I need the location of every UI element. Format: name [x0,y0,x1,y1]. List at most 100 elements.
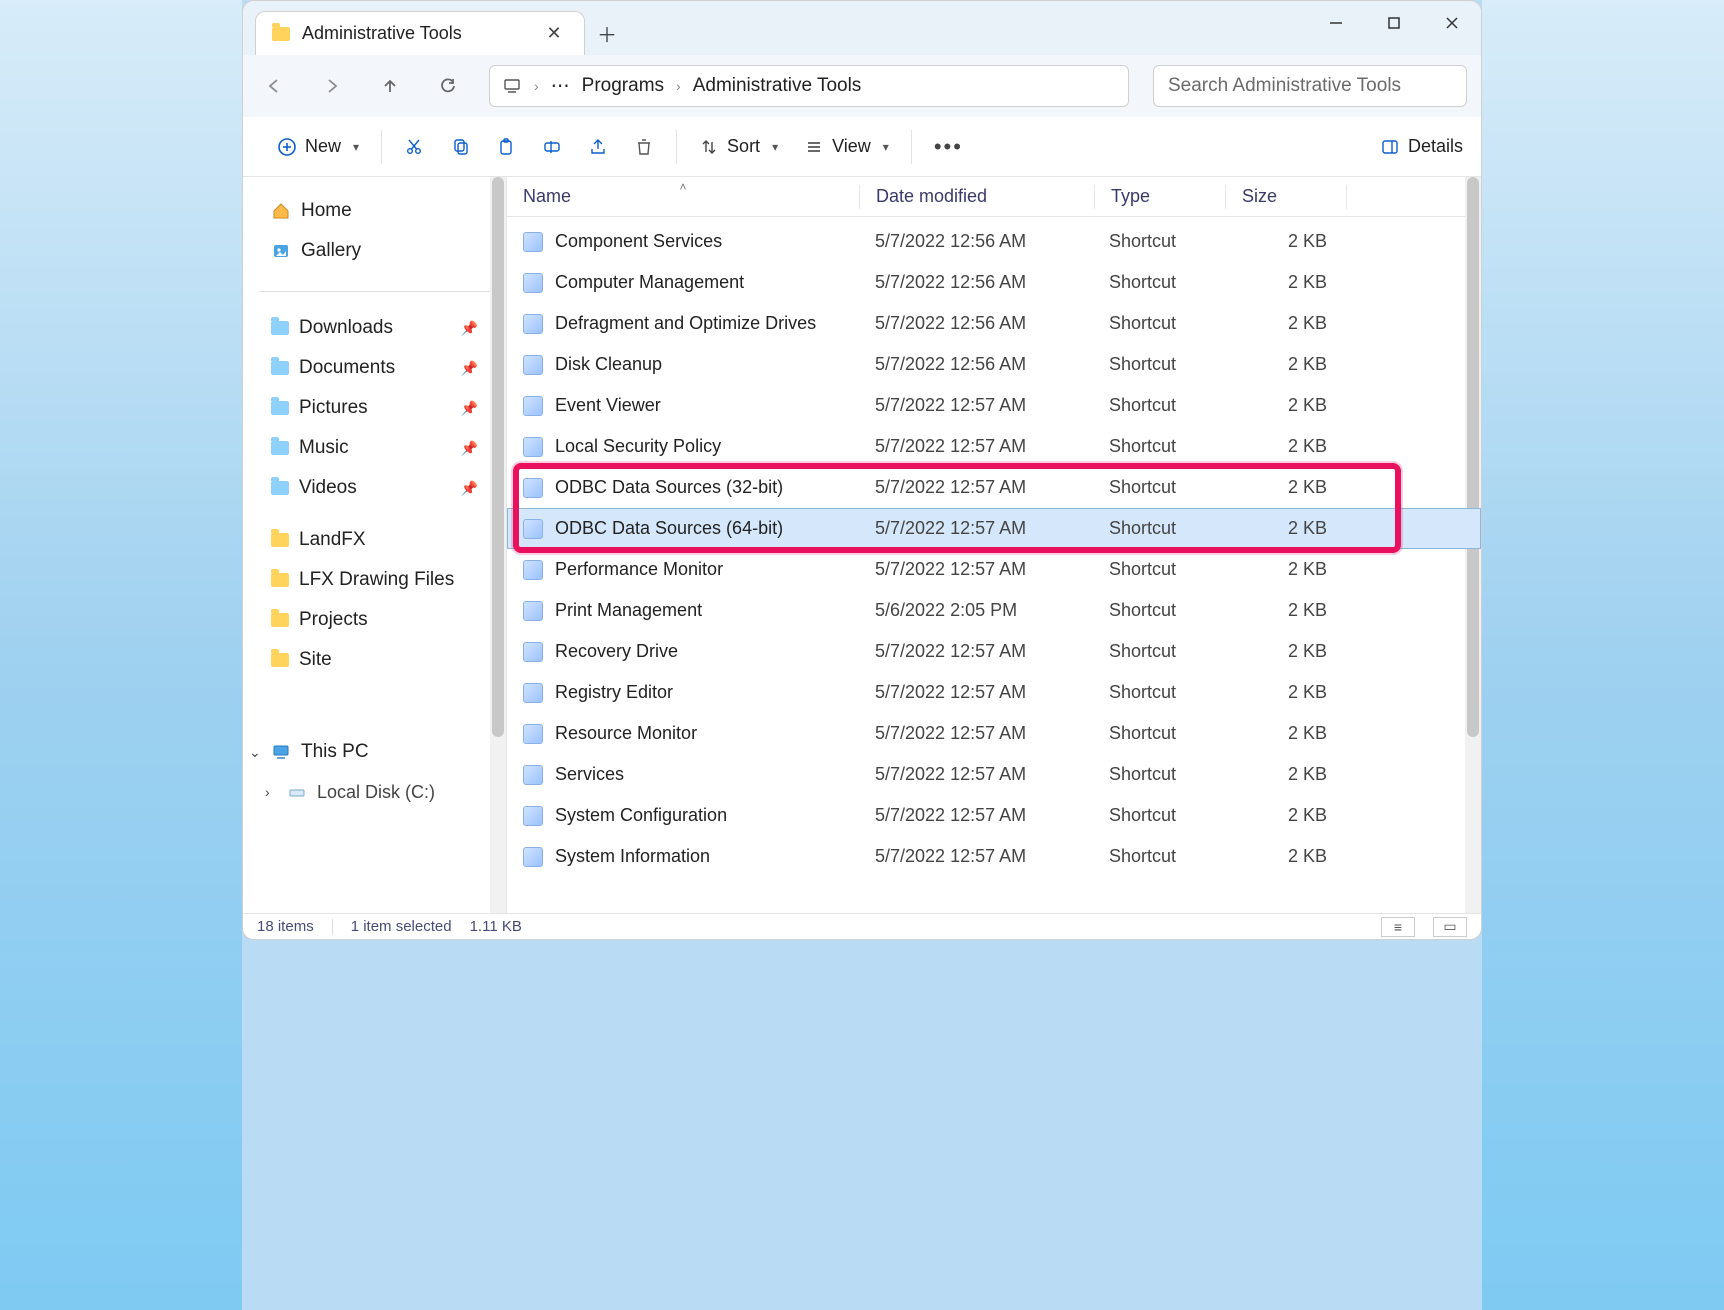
breadcrumb-programs[interactable]: Programs [582,75,664,97]
file-row[interactable]: Event Viewer5/7/2022 12:57 AMShortcut2 K… [507,385,1481,426]
breadcrumb-admin-tools[interactable]: Administrative Tools [693,75,862,97]
more-button[interactable]: ••• [934,129,963,165]
file-list: ˄ Name Date modified Type Size Component… [507,177,1481,915]
column-name[interactable]: ˄ Name [507,186,859,207]
view-icons-button[interactable]: ▭ [1433,917,1467,937]
tab-active[interactable]: Administrative Tools ✕ [255,11,585,55]
file-row[interactable]: Component Services5/7/2022 12:56 AMShort… [507,221,1481,262]
address-bar[interactable]: › ⋯ Programs › Administrative Tools [489,65,1129,107]
forward-button[interactable] [315,69,349,103]
copy-button[interactable] [450,129,470,165]
sidebar-item-label: Gallery [301,240,361,262]
file-row[interactable]: Local Security Policy5/7/2022 12:57 AMSh… [507,426,1481,467]
sort-button[interactable]: Sort ▾ [699,129,778,165]
tab-title: Administrative Tools [302,23,530,44]
file-row[interactable]: Registry Editor5/7/2022 12:57 AMShortcut… [507,672,1481,713]
home-icon [271,201,291,221]
sidebar-item-downloads[interactable]: Downloads📌 [243,308,506,348]
new-tab-button[interactable]: ＋ [585,11,629,55]
file-type: Shortcut [1093,559,1223,580]
new-button[interactable]: New ▾ [277,129,359,165]
file-date: 5/6/2022 2:05 PM [859,600,1093,621]
chevron-right-icon[interactable]: › [265,784,270,800]
file-name: Component Services [555,231,722,252]
file-size: 2 KB [1223,313,1343,334]
pin-icon: 📌 [461,480,478,497]
file-type: Shortcut [1093,313,1223,334]
file-row[interactable]: ODBC Data Sources (64-bit)5/7/2022 12:57… [507,508,1481,549]
columns-header: ˄ Name Date modified Type Size [507,177,1481,217]
file-row[interactable]: Disk Cleanup5/7/2022 12:56 AMShortcut2 K… [507,344,1481,385]
share-button[interactable] [588,129,608,165]
file-type: Shortcut [1093,764,1223,785]
delete-button[interactable] [634,129,654,165]
view-details-button[interactable]: ≡ [1381,917,1415,937]
close-tab-button[interactable]: ✕ [542,22,566,46]
status-bar: 18 items 1 item selected 1.11 KB ≡ ▭ [243,913,1481,939]
sidebar-item-music[interactable]: Music📌 [243,428,506,468]
refresh-button[interactable] [431,69,465,103]
file-row[interactable]: Performance Monitor5/7/2022 12:57 AMShor… [507,549,1481,590]
search-input[interactable]: Search Administrative Tools [1153,65,1467,107]
sidebar-item-lfx-drawing-files[interactable]: LFX Drawing Files [243,560,506,600]
file-row[interactable]: Computer Management5/7/2022 12:56 AMShor… [507,262,1481,303]
sidebar-item-videos[interactable]: Videos📌 [243,468,506,508]
file-row[interactable]: Resource Monitor5/7/2022 12:57 AMShortcu… [507,713,1481,754]
file-type: Shortcut [1093,846,1223,867]
file-row[interactable]: ODBC Data Sources (32-bit) 5/7/2022 12:57… [507,467,1481,508]
close-window-button[interactable] [1423,1,1481,45]
folder-icon [271,533,289,547]
sidebar-item-pictures[interactable]: Pictures📌 [243,388,506,428]
file-size: 2 KB [1223,231,1343,252]
column-type[interactable]: Type [1095,186,1225,207]
sidebar-item-gallery[interactable]: Gallery [243,231,506,271]
file-size: 2 KB [1223,436,1343,457]
file-row[interactable]: Defragment and Optimize Drives5/7/2022 1… [507,303,1481,344]
file-date: 5/7/2022 12:57 AM [859,723,1093,744]
file-date: 5/7/2022 12:57 AM [859,805,1093,826]
sort-icon [699,137,719,157]
details-icon [1380,137,1400,157]
sidebar-item-landfx[interactable]: LandFX [243,520,506,560]
back-button[interactable] [257,69,291,103]
sidebar-item-documents[interactable]: Documents📌 [243,348,506,388]
cut-button[interactable] [404,129,424,165]
sidebar-local-disk[interactable]: › Local Disk (C:) [243,772,506,812]
maximize-button[interactable] [1365,1,1423,45]
rename-button[interactable] [542,129,562,165]
chevron-right-icon: › [534,78,539,94]
sidebar-item-home[interactable]: Home [243,191,506,231]
sidebar-item-projects[interactable]: Projects [243,600,506,640]
file-name: ODBC Data Sources (32-bit) [555,477,783,498]
file-type: Shortcut [1093,231,1223,252]
file-row[interactable]: System Configuration5/7/2022 12:57 AMSho… [507,795,1481,836]
file-size: 2 KB [1223,395,1343,416]
view-button[interactable]: View ▾ [804,129,889,165]
breadcrumb-ellipsis[interactable]: ⋯ [551,75,570,98]
file-row[interactable]: Recovery Drive5/7/2022 12:57 AMShortcut2… [507,631,1481,672]
file-row[interactable]: Services5/7/2022 12:57 AMShortcut2 KB [507,754,1481,795]
column-size[interactable]: Size [1226,186,1346,207]
file-date: 5/7/2022 12:57 AM [859,559,1093,580]
details-panel-button[interactable]: Details [1380,129,1463,165]
sidebar-this-pc[interactable]: ⌄ This PC [243,732,506,772]
sidebar-item-site[interactable]: Site [243,640,506,680]
file-row[interactable]: Print Management5/6/2022 2:05 PMShortcut… [507,590,1481,631]
file-date: 5/7/2022 12:57 AM [859,477,1093,498]
file-name: Services [555,764,624,785]
chevron-down-icon[interactable]: ⌄ [249,744,261,761]
minimize-button[interactable] [1307,1,1365,45]
pin-icon: 📌 [461,400,478,417]
file-name: Defragment and Optimize Drives [555,313,816,334]
shortcut-icon [523,437,543,457]
file-row[interactable]: System Information5/7/2022 12:57 AMShort… [507,836,1481,877]
shortcut-icon [523,478,543,498]
column-date[interactable]: Date modified [860,186,1094,207]
file-name: Local Security Policy [555,436,721,457]
paste-button[interactable] [496,129,516,165]
navigation-row: › ⋯ Programs › Administrative Tools Sear… [243,55,1481,117]
file-size: 2 KB [1223,518,1343,539]
shortcut-icon [523,232,543,252]
up-button[interactable] [373,69,407,103]
file-type: Shortcut [1093,682,1223,703]
